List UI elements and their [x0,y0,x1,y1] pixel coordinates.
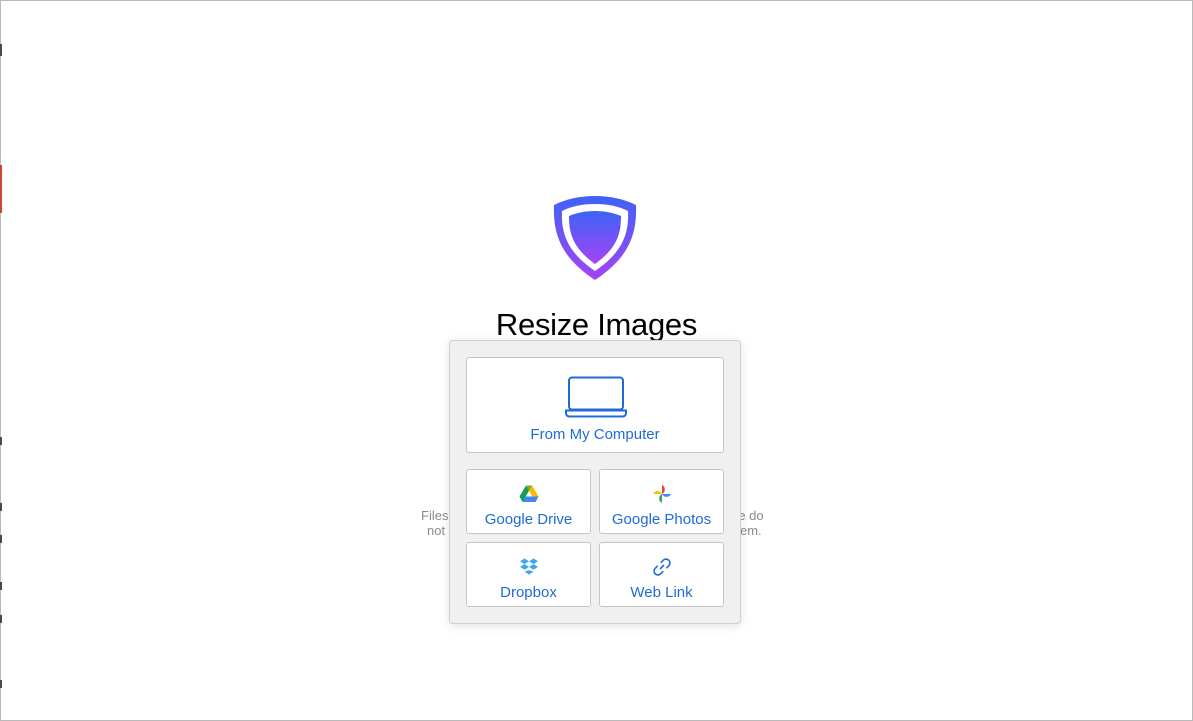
privacy-note-line: Files [421,508,449,523]
edge-mark [0,615,2,623]
laptop-icon [565,376,627,418]
edge-mark [0,165,2,213]
edge-mark [0,44,2,56]
edge-mark [0,582,2,590]
from-my-computer-button[interactable]: From My Computer [466,357,724,453]
edge-mark [0,535,2,543]
privacy-note: Files not [421,508,448,538]
google-photos-button[interactable]: Google Photos [599,469,724,534]
google-drive-icon [519,485,539,502]
google-drive-button[interactable]: Google Drive [466,469,591,534]
google-photos-label: Google Photos [611,511,712,528]
upload-source-popover: From My Computer Google Drive Google Pho… [449,340,741,624]
shield-logo-icon [553,196,637,280]
google-drive-label: Google Drive [484,511,573,528]
dropbox-button[interactable]: Dropbox [466,542,591,607]
edge-mark [0,437,2,445]
edge-mark [0,680,2,688]
dropbox-label: Dropbox [500,584,557,601]
dropbox-icon [520,558,538,575]
link-icon [653,558,671,576]
page-title: Resize Images [495,307,698,342]
google-photos-icon [653,485,671,503]
web-link-label: Web Link [630,584,693,601]
web-link-button[interactable]: Web Link [599,542,724,607]
from-my-computer-label: From My Computer [530,426,660,443]
privacy-note-line: not [427,523,446,538]
edge-mark [0,503,2,511]
